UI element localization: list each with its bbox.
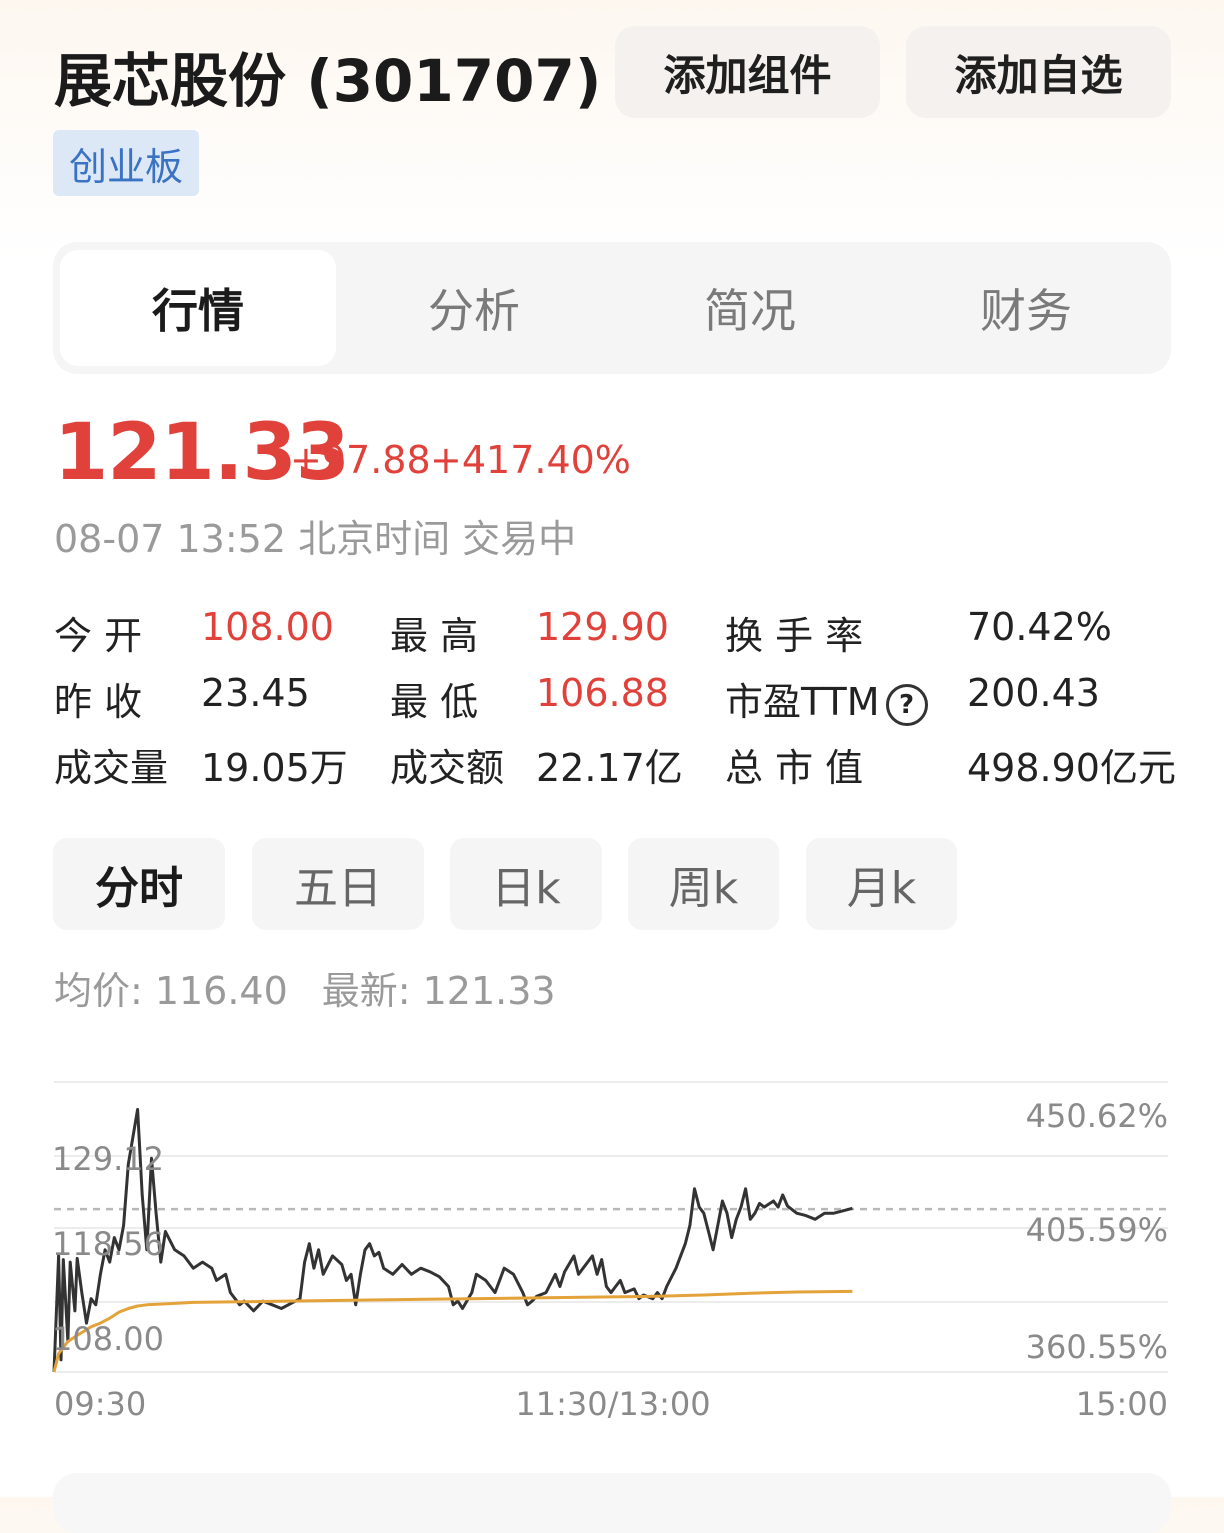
stat-low-value: 106.88	[536, 671, 669, 715]
period-tab-daily-k[interactable]: 日k	[450, 838, 602, 930]
tab-quote[interactable]: 行情	[60, 250, 336, 366]
add-watchlist-button[interactable]: 添加自选	[906, 26, 1171, 118]
stock-title: 展芯股份 (301707)	[54, 47, 602, 115]
tab-finance[interactable]: 财务	[888, 250, 1164, 366]
x-tick-label: 15:00	[1076, 1385, 1168, 1423]
latest-price-label: 最新:	[321, 969, 411, 1013]
intraday-chart[interactable]: 129.12 118.56 108.00 450.62% 405.59% 360.55% 0…	[0, 1070, 1224, 1450]
period-tab-monthly-k[interactable]: 月k	[806, 838, 957, 930]
add-widget-button[interactable]: 添加组件	[615, 26, 880, 118]
main-tabs: 行情 分析 简况 财务	[53, 242, 1171, 374]
x-tick-label: 11:30/13:00	[515, 1385, 710, 1423]
quote-timestamp: 08-07 13:52 北京时间 交易中	[54, 517, 577, 561]
stat-pe-label: 市盈TTM?	[725, 671, 928, 726]
board-tag: 创业板	[53, 130, 199, 196]
y-left-tick-label: 108.00	[52, 1320, 164, 1358]
price-change-percent: +417.40%	[430, 438, 631, 482]
stat-low-label: 最 低	[390, 680, 479, 724]
stat-open-value: 108.00	[201, 605, 334, 649]
help-icon[interactable]: ?	[885, 683, 928, 726]
period-tab-five-day[interactable]: 五日	[252, 838, 424, 930]
price-line	[52, 1107, 853, 1373]
stat-volume-value: 19.05万	[201, 746, 348, 790]
avg-price-value: 116.40	[154, 969, 288, 1013]
tab-profile[interactable]: 简况	[612, 250, 888, 366]
price-change: +97.88	[290, 438, 431, 482]
y-right-tick-label: 360.55%	[1026, 1328, 1168, 1366]
stat-pe-value: 200.43	[967, 671, 1100, 715]
x-tick-label: 09:30	[54, 1385, 146, 1423]
y-right-tick-label: 450.62%	[1026, 1097, 1168, 1135]
stat-mktcap-label: 总 市 值	[725, 746, 864, 790]
latest-price-value: 121.33	[422, 969, 556, 1013]
y-left-tick-label: 129.12	[52, 1140, 164, 1178]
stat-prev-close-value: 23.45	[201, 671, 310, 715]
tab-analysis[interactable]: 分析	[336, 250, 612, 366]
stat-volume-label: 成交量	[54, 746, 169, 790]
stat-prev-close-label: 昨 收	[54, 680, 143, 724]
stat-turnover-label: 换 手 率	[725, 614, 864, 658]
y-left-tick-label: 118.56	[52, 1225, 164, 1263]
period-tab-intraday[interactable]: 分时	[53, 838, 225, 930]
intraday-summary: 均价: 116.40 最新: 121.33	[54, 960, 556, 1015]
stat-amount-label: 成交额	[390, 746, 505, 790]
avg-price-label: 均价:	[54, 969, 143, 1013]
stat-mktcap-value: 498.90亿元	[967, 746, 1176, 790]
stat-high-value: 129.90	[536, 605, 669, 649]
stat-high-label: 最 高	[390, 614, 479, 658]
period-tab-weekly-k[interactable]: 周k	[628, 838, 779, 930]
stat-amount-value: 22.17亿	[536, 746, 683, 790]
y-right-tick-label: 405.59%	[1026, 1211, 1168, 1249]
stat-open-label: 今 开	[54, 614, 143, 658]
stat-turnover-value: 70.42%	[967, 605, 1112, 649]
stat-pe-label-text: 市盈TTM	[725, 680, 880, 724]
bottom-card	[53, 1473, 1171, 1533]
